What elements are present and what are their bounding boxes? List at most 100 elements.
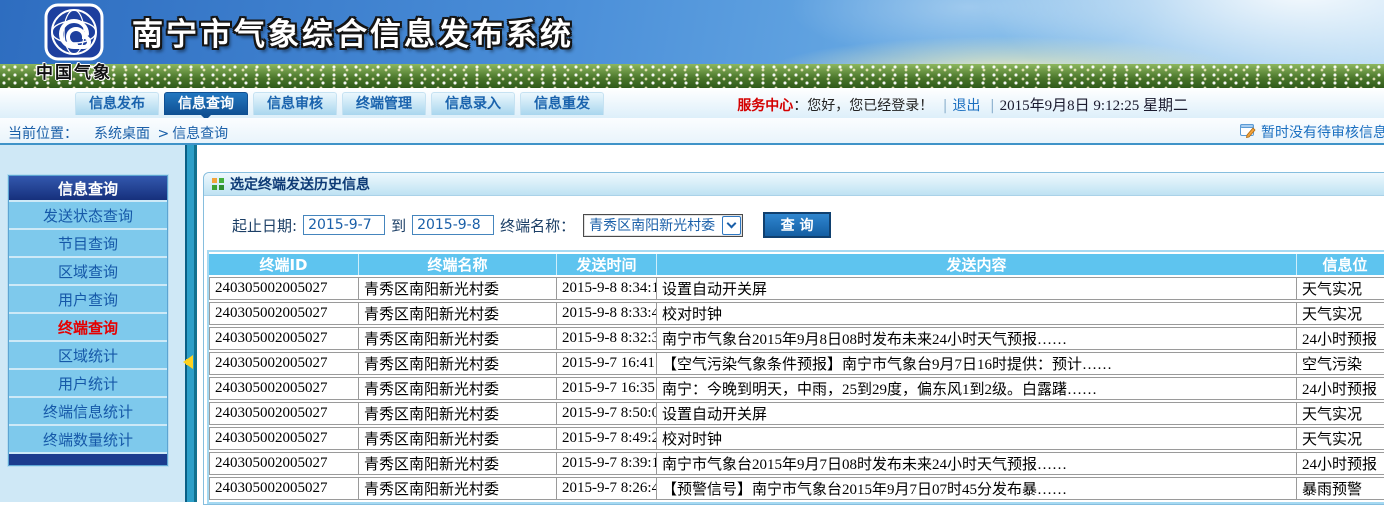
history-panel: 选定终端发送历史信息 起止日期: 到 终端名称： 青秀区南阳新光村委 查 询 <box>203 172 1384 505</box>
cell-send-content: 南宁市气象台2015年9月7日08时发布未来24小时天气预报…… <box>657 452 1297 475</box>
cell-category: 24小时预报 <box>1297 377 1384 400</box>
cell-terminal-id: 240305002005027 <box>209 402 359 425</box>
panel-title: 选定终端发送历史信息 <box>230 174 370 194</box>
user-status-bar: 服务中心：您好，您已经登录！ |退出 |2015年9月8日 9:12:25 星期… <box>737 94 1188 115</box>
cell-category: 天气实况 <box>1297 427 1384 450</box>
sidebar-menu: 信息查询 发送状态查询 节目查询 区域查询 用户查询 终端查询 区域统计 用户统… <box>8 175 168 466</box>
cell-terminal-name: 青秀区南阳新光村委 <box>359 277 557 300</box>
tab-info-release[interactable]: 信息发布 <box>75 92 159 115</box>
tab-info-resend[interactable]: 信息重发 <box>520 92 604 115</box>
sidebar-item-send-status-query[interactable]: 发送状态查询 <box>9 202 167 230</box>
col-send-time: 发送时间 <box>557 254 657 275</box>
cma-emblem-icon <box>24 3 124 61</box>
cell-send-content: 校对时钟 <box>657 427 1297 450</box>
breadcrumb-label: 当前位置： <box>8 126 78 142</box>
sidebar-item-user-stats[interactable]: 用户统计 <box>9 370 167 398</box>
content-area: 信息查询 发送状态查询 节目查询 区域查询 用户查询 终端查询 区域统计 用户统… <box>0 145 1384 502</box>
cell-send-content: 设置自动开关屏 <box>657 277 1297 300</box>
banner-grass <box>0 64 1384 88</box>
tab-info-review[interactable]: 信息审核 <box>253 92 337 115</box>
cell-terminal-name: 青秀区南阳新光村委 <box>359 427 557 450</box>
separator: | <box>943 98 948 114</box>
cell-send-time: 2015-9-7 8:26:47 <box>557 477 657 500</box>
pending-review-notice[interactable]: 暂时没有待审核信息 <box>1240 122 1384 142</box>
cell-category: 空气污染 <box>1297 352 1384 375</box>
sidebar-item-program-query[interactable]: 节目查询 <box>9 230 167 258</box>
table-row: 240305002005027 青秀区南阳新光村委 2015-9-7 8:49:… <box>209 427 1384 450</box>
notice-text: 暂时没有待审核信息 <box>1261 122 1384 142</box>
terminal-select-value: 青秀区南阳新光村委 <box>589 215 715 235</box>
date-range-label: 起止日期: <box>232 215 297 236</box>
left-column: 信息查询 发送状态查询 节目查询 区域查询 用户查询 终端查询 区域统计 用户统… <box>0 145 197 502</box>
col-info-position: 信息位 <box>1297 254 1384 275</box>
app-banner: 中国气象 南宁市气象综合信息发布系统 <box>0 0 1384 88</box>
cell-terminal-name: 青秀区南阳新光村委 <box>359 377 557 400</box>
sidebar-item-region-stats[interactable]: 区域统计 <box>9 342 167 370</box>
breadcrumb-arrow: > <box>157 126 169 142</box>
sidebar-item-user-query[interactable]: 用户查询 <box>9 286 167 314</box>
collapse-sidebar-arrow-icon[interactable] <box>176 355 193 369</box>
cell-send-time: 2015-9-7 16:41:29 <box>557 352 657 375</box>
table-row: 240305002005027 青秀区南阳新光村委 2015-9-7 16:41… <box>209 352 1384 375</box>
cell-terminal-id: 240305002005027 <box>209 427 359 450</box>
col-terminal-id: 终端ID <box>209 254 359 275</box>
chevron-down-icon[interactable] <box>722 216 741 235</box>
to-label: 到 <box>391 215 406 236</box>
cell-terminal-id: 240305002005027 <box>209 327 359 350</box>
cell-category: 天气实况 <box>1297 302 1384 325</box>
current-datetime: 2015年9月8日 9:12:25 星期二 <box>1000 98 1188 114</box>
terminal-select[interactable]: 青秀区南阳新光村委 <box>583 214 743 237</box>
cell-terminal-id: 240305002005027 <box>209 302 359 325</box>
breadcrumb-current: 信息查询 <box>172 126 228 142</box>
logout-link[interactable]: 退出 <box>952 98 980 114</box>
table-row: 240305002005027 青秀区南阳新光村委 2015-9-7 8:50:… <box>209 402 1384 425</box>
search-toolbar: 起止日期: 到 终端名称： 青秀区南阳新光村委 查 询 <box>204 196 1384 250</box>
cell-send-time: 2015-9-7 8:49:23 <box>557 427 657 450</box>
note-pencil-icon <box>1240 123 1256 142</box>
app-page: { "banner": { "title": "南宁市气象综合信息发布系统", … <box>0 0 1384 502</box>
breadcrumb-bar: 当前位置： 系统桌面 >信息查询 暂时没有待审核信息 <box>0 118 1384 145</box>
cell-terminal-id: 240305002005027 <box>209 352 359 375</box>
breadcrumb: 当前位置： 系统桌面 >信息查询 <box>8 123 228 143</box>
main-navbar: 信息发布 信息查询 信息审核 终端管理 信息录入 信息重发 服务中心：您好，您已… <box>0 88 1384 118</box>
app-title: 南宁市气象综合信息发布系统 <box>132 9 574 54</box>
query-button[interactable]: 查 询 <box>763 212 831 238</box>
tab-info-query[interactable]: 信息查询 <box>164 92 248 115</box>
cell-terminal-name: 青秀区南阳新光村委 <box>359 402 557 425</box>
cell-category: 天气实况 <box>1297 402 1384 425</box>
sidebar-item-region-query[interactable]: 区域查询 <box>9 258 167 286</box>
cell-terminal-id: 240305002005027 <box>209 277 359 300</box>
table-row: 240305002005027 青秀区南阳新光村委 2015-9-8 8:32:… <box>209 327 1384 350</box>
cell-send-content: 【空气污染气象条件预报】南宁市气象台9月7日16时提供：预计…… <box>657 352 1297 375</box>
cell-terminal-id: 240305002005027 <box>209 377 359 400</box>
cell-send-content: 【预警信号】南宁市气象台2015年9月7日07时45分发布暴…… <box>657 477 1297 500</box>
date-from-input[interactable] <box>303 215 385 235</box>
sidebar-splitter[interactable] <box>185 145 197 502</box>
separator: | <box>990 98 995 114</box>
breadcrumb-home[interactable]: 系统桌面 <box>94 126 150 142</box>
login-greeting: ：您好，您已经登录！ <box>793 98 933 114</box>
col-send-content: 发送内容 <box>657 254 1297 275</box>
terminal-name-label: 终端名称： <box>500 215 575 236</box>
table-row: 240305002005027 青秀区南阳新光村委 2015-9-7 8:26:… <box>209 477 1384 500</box>
cell-terminal-name: 青秀区南阳新光村委 <box>359 302 557 325</box>
table-row: 240305002005027 青秀区南阳新光村委 2015-9-8 8:34:… <box>209 277 1384 300</box>
table-row: 240305002005027 青秀区南阳新光村委 2015-9-7 8:39:… <box>209 452 1384 475</box>
tab-terminal-management[interactable]: 终端管理 <box>342 92 426 115</box>
cell-terminal-name: 青秀区南阳新光村委 <box>359 452 557 475</box>
cma-logo: 中国气象 <box>24 3 124 83</box>
sidebar-footer <box>9 454 167 465</box>
sidebar-item-terminal-info-stats[interactable]: 终端信息统计 <box>9 398 167 426</box>
cell-send-time: 2015-9-8 8:32:34 <box>557 327 657 350</box>
sidebar-header: 信息查询 <box>9 176 167 202</box>
history-table: 终端ID 终端名称 发送时间 发送内容 信息位 240305002005027 … <box>207 250 1384 504</box>
sidebar-item-terminal-count-stats[interactable]: 终端数量统计 <box>9 426 167 454</box>
tab-info-entry[interactable]: 信息录入 <box>431 92 515 115</box>
cell-terminal-name: 青秀区南阳新光村委 <box>359 327 557 350</box>
cell-terminal-id: 240305002005027 <box>209 477 359 500</box>
sidebar-item-terminal-query[interactable]: 终端查询 <box>9 314 167 342</box>
cell-category: 暴雨预警 <box>1297 477 1384 500</box>
date-to-input[interactable] <box>412 215 494 235</box>
col-terminal-name: 终端名称 <box>359 254 557 275</box>
table-row: 240305002005027 青秀区南阳新光村委 2015-9-8 8:33:… <box>209 302 1384 325</box>
